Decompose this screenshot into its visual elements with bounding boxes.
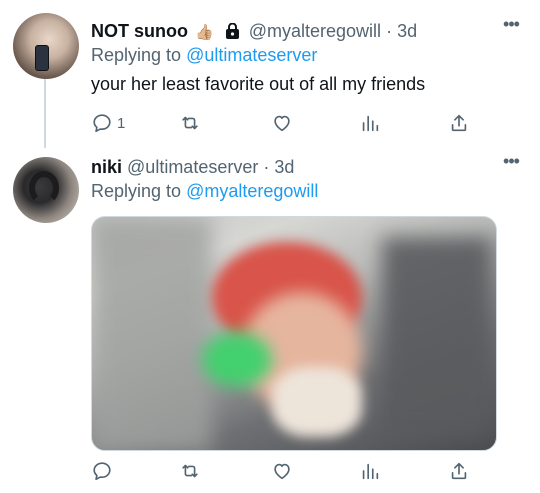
replying-to-label: Replying to (91, 45, 182, 65)
like-icon (274, 463, 290, 480)
timestamp[interactable]: 3d (274, 157, 294, 177)
share-icon (451, 114, 467, 132)
media-blur-region (382, 237, 492, 437)
tweet-header: niki @ultimateserver · 3d (91, 156, 294, 178)
tweet-header: NOT sunoo 👍🏼 @myalteregowill · 3d (91, 20, 417, 44)
tweet-actions (91, 459, 491, 483)
media-blur-region (202, 332, 272, 387)
avatar[interactable] (13, 13, 79, 79)
more-icon[interactable]: ••• (500, 152, 522, 176)
timestamp[interactable]: 3d (397, 21, 417, 41)
media-blur-region (92, 217, 212, 450)
display-name[interactable]: NOT sunoo (91, 21, 188, 41)
reply-mention-link[interactable]: @ultimateserver (186, 45, 317, 65)
reply-mention-link[interactable]: @myalteregowill (186, 181, 318, 201)
share-button[interactable] (448, 111, 470, 135)
replying-to: Replying to @ultimateserver (91, 44, 317, 66)
share-icon (451, 462, 467, 480)
reply-icon (93, 114, 111, 133)
retweet-button[interactable] (179, 111, 201, 135)
like-button[interactable] (271, 459, 293, 483)
tweet-actions: 1 (91, 111, 491, 135)
reply-icon (93, 462, 111, 481)
views-icon (362, 463, 379, 480)
replying-to-label: Replying to (91, 181, 182, 201)
user-handle[interactable]: @ultimateserver (127, 157, 258, 177)
media-blur-region (272, 367, 362, 437)
more-icon[interactable]: ••• (500, 15, 522, 39)
retweet-icon (182, 464, 198, 478)
views-button[interactable] (359, 459, 381, 483)
separator-dot: · (386, 21, 393, 41)
lock-icon (225, 22, 240, 44)
reply-button[interactable]: 1 (91, 111, 125, 135)
tweet-media-image[interactable] (91, 216, 497, 451)
avatar-photo-detail (35, 45, 49, 71)
avatar[interactable] (13, 157, 79, 223)
separator-dot: · (263, 157, 270, 177)
like-icon (274, 115, 290, 132)
reply-button[interactable] (91, 459, 113, 483)
replying-to: Replying to @myalteregowill (91, 180, 318, 202)
display-name[interactable]: niki (91, 157, 122, 177)
retweet-button[interactable] (179, 459, 201, 483)
avatar-photo-detail (29, 171, 59, 205)
user-handle[interactable]: @myalteregowill (249, 21, 381, 41)
thumbs-up-emoji: 👍🏼 (195, 24, 214, 41)
share-button[interactable] (448, 459, 470, 483)
views-icon (362, 115, 379, 132)
retweet-icon (182, 116, 198, 130)
tweet-text: your her least favorite out of all my fr… (91, 74, 426, 94)
reply-count: 1 (117, 114, 126, 132)
like-button[interactable] (271, 111, 293, 135)
views-button[interactable] (359, 111, 381, 135)
tweet-1[interactable]: NOT sunoo 👍🏼 @myalteregowill · 3d ••• Re… (0, 0, 540, 150)
